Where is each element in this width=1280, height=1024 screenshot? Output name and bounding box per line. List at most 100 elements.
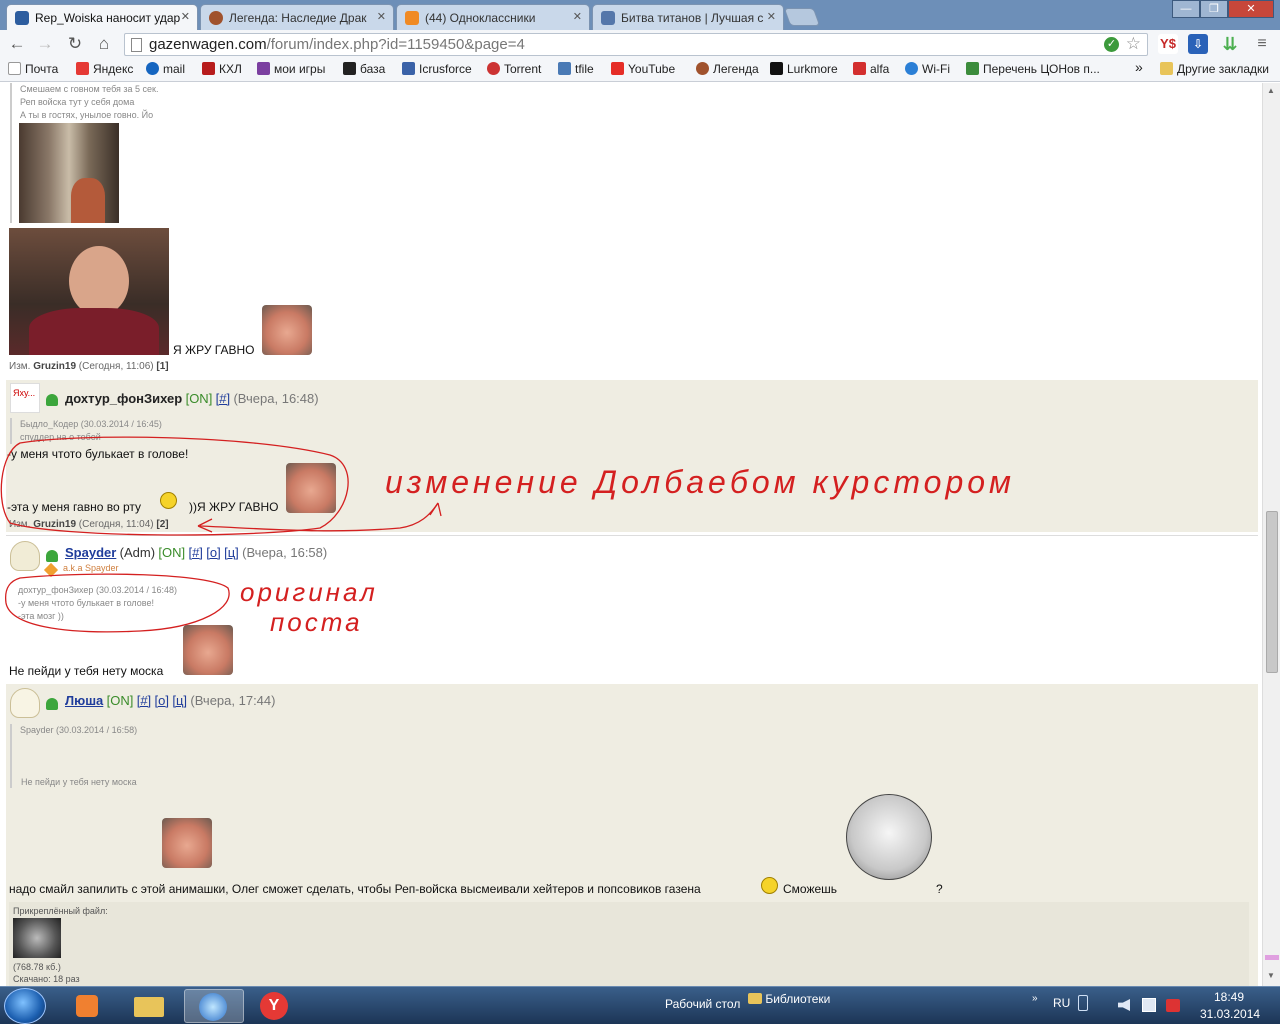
home-icon[interactable]: ⌂: [93, 34, 115, 54]
other-bookmarks[interactable]: Другие закладки: [1160, 62, 1269, 76]
tab-bitva-titanov[interactable]: Битва титанов | Лучшая с ✕: [592, 4, 784, 30]
facepalm-photo[interactable]: [9, 228, 169, 355]
smiling-face-image[interactable]: [262, 305, 312, 355]
yandex-bar-icon[interactable]: Y$: [1158, 34, 1178, 54]
face-shape: [69, 246, 129, 316]
bookmark-legenda[interactable]: Легенда: [696, 62, 759, 76]
tray-expand-icon[interactable]: »: [1032, 993, 1038, 1004]
forum-post: Spayder (Adm) [ON] [#] [о] [ц] (Вчера, 1…: [6, 535, 1258, 683]
page-scrollbar[interactable]: ▲ ▼: [1262, 83, 1280, 986]
bookmark-baza[interactable]: база: [343, 62, 385, 76]
bookmark-icrusforce[interactable]: Icrusforce: [402, 62, 472, 76]
download-extension-icon[interactable]: ⇩: [1188, 34, 1208, 54]
rage-face-image[interactable]: [846, 794, 932, 880]
taskbar-browser[interactable]: [184, 989, 244, 1023]
tab-rep-woiska[interactable]: Rep_Woiska наносит удар ✕: [6, 4, 198, 30]
reload-icon[interactable]: ↻: [64, 34, 86, 54]
address-bar[interactable]: gazenwagen.com/forum/index.php?id=115945…: [124, 33, 1148, 56]
bookmark-perechen[interactable]: Перечень ЦОНов п...: [966, 62, 1100, 76]
post-anchor-link[interactable]: [#]: [188, 545, 202, 560]
bookmark-tfile[interactable]: tfile: [558, 62, 594, 76]
bookmark-wifi[interactable]: Wi-Fi: [905, 62, 950, 76]
post-anchor-link[interactable]: [#]: [137, 693, 151, 708]
volume-icon[interactable]: [1118, 999, 1130, 1011]
post-question-mark: ?: [936, 882, 943, 896]
taskbar-yandex[interactable]: Y: [246, 989, 306, 1023]
scroll-thumb[interactable]: [1266, 511, 1278, 673]
forward-icon[interactable]: →: [34, 34, 56, 54]
scroll-up-icon[interactable]: ▲: [1267, 86, 1275, 95]
smiling-face-image[interactable]: [183, 625, 233, 675]
attachment-thumbnail[interactable]: [13, 918, 61, 958]
yandex-icon: [76, 62, 89, 75]
back-icon[interactable]: ←: [6, 34, 28, 54]
post-username[interactable]: Spayder: [65, 545, 116, 560]
youtube-icon: [611, 62, 624, 75]
avatar-placeholder-icon[interactable]: [10, 541, 40, 571]
menu-icon[interactable]: ≡: [1252, 34, 1272, 54]
taskbar-media-player[interactable]: [58, 989, 118, 1023]
minimize-button[interactable]: —: [1172, 0, 1200, 18]
maximize-button[interactable]: ❐: [1200, 0, 1228, 18]
bookmark-label: база: [360, 62, 386, 76]
tab-close-icon[interactable]: ✕: [573, 10, 582, 23]
smiling-face-image[interactable]: [162, 818, 212, 868]
post-text-line: -у меня чтото булькает в голове!: [7, 447, 189, 461]
bookmark-youtube[interactable]: YouTube: [611, 62, 675, 76]
libraries-toolbar[interactable]: Библиотеки: [748, 992, 830, 1006]
bookmark-star-icon[interactable]: ☆: [1126, 34, 1141, 54]
smiling-face-image[interactable]: [286, 463, 336, 513]
post-anchor-link[interactable]: [#]: [216, 391, 230, 406]
edit-count: [1]: [156, 361, 169, 372]
bookmark-moi-igry[interactable]: мои игры: [257, 62, 325, 76]
bookmark-label: Почта: [25, 62, 59, 76]
user-online-icon: [46, 698, 58, 710]
bookmarks-overflow-icon[interactable]: »: [1135, 59, 1143, 75]
tab-close-icon[interactable]: ✕: [767, 10, 776, 23]
post-username[interactable]: Люша: [65, 693, 103, 708]
scroll-down-icon[interactable]: ▼: [1267, 971, 1275, 980]
bookmark-yandex[interactable]: Яндекс: [76, 62, 133, 76]
desktop-toolbar-label[interactable]: Рабочий стол: [665, 997, 740, 1011]
tab-legenda[interactable]: Легенда: Наследие Драк ✕: [200, 4, 394, 30]
mail-icon: [146, 62, 159, 75]
online-status: [ON]: [158, 545, 186, 560]
avatar[interactable]: Яху...: [10, 383, 40, 413]
notification-flag-icon[interactable]: [1166, 999, 1180, 1012]
bookmark-label: Torrent: [504, 62, 542, 76]
tab-close-icon[interactable]: ✕: [377, 10, 386, 23]
page-icon: [131, 38, 142, 52]
reply-link[interactable]: [о]: [155, 693, 169, 708]
user-aka: a.k.a Spayder: [63, 563, 119, 573]
bookmark-alfa[interactable]: alfa: [853, 62, 889, 76]
language-indicator[interactable]: RU: [1053, 996, 1070, 1010]
bookmark-torrent[interactable]: Torrent: [487, 62, 541, 76]
post-username[interactable]: дохтур_фонЗихер: [65, 391, 182, 406]
bookmark-lurkmore[interactable]: Lurkmore: [770, 62, 838, 76]
tab-odnoklassniki[interactable]: (44) Одноклассники ✕: [396, 4, 590, 30]
avatar-placeholder-icon[interactable]: [10, 688, 40, 718]
quote-link[interactable]: [ц]: [224, 545, 239, 560]
edit-user[interactable]: Gruzin19: [33, 361, 76, 372]
bookmark-khl[interactable]: КХЛ: [202, 62, 242, 76]
close-window-button[interactable]: ✕: [1228, 0, 1274, 18]
start-button[interactable]: [4, 988, 46, 1024]
edit-user[interactable]: Gruzin19: [33, 519, 76, 530]
corridor-photo[interactable]: [19, 123, 119, 223]
tab-close-icon[interactable]: ✕: [181, 10, 190, 23]
reply-link[interactable]: [о]: [206, 545, 220, 560]
bookmark-mail[interactable]: mail: [146, 62, 185, 76]
bookmark-label: Lurkmore: [787, 62, 838, 76]
edit-count: [2]: [156, 519, 169, 530]
clock-time[interactable]: 18:49: [1214, 990, 1244, 1004]
network-icon[interactable]: [1142, 998, 1156, 1012]
post-text-tail: ))Я ЖРУ ГАВНО: [189, 500, 279, 514]
tray-keyboard-icon[interactable]: [1078, 995, 1088, 1011]
green-arrow-extension-icon[interactable]: ⇊: [1220, 34, 1240, 54]
taskbar-explorer[interactable]: [120, 989, 180, 1023]
secure-check-icon[interactable]: ✓: [1104, 37, 1119, 52]
clock-date[interactable]: 31.03.2014: [1200, 1007, 1260, 1021]
new-tab-button[interactable]: [783, 8, 821, 26]
quote-link[interactable]: [ц]: [172, 693, 187, 708]
bookmark-pochta[interactable]: Почта: [8, 62, 58, 76]
